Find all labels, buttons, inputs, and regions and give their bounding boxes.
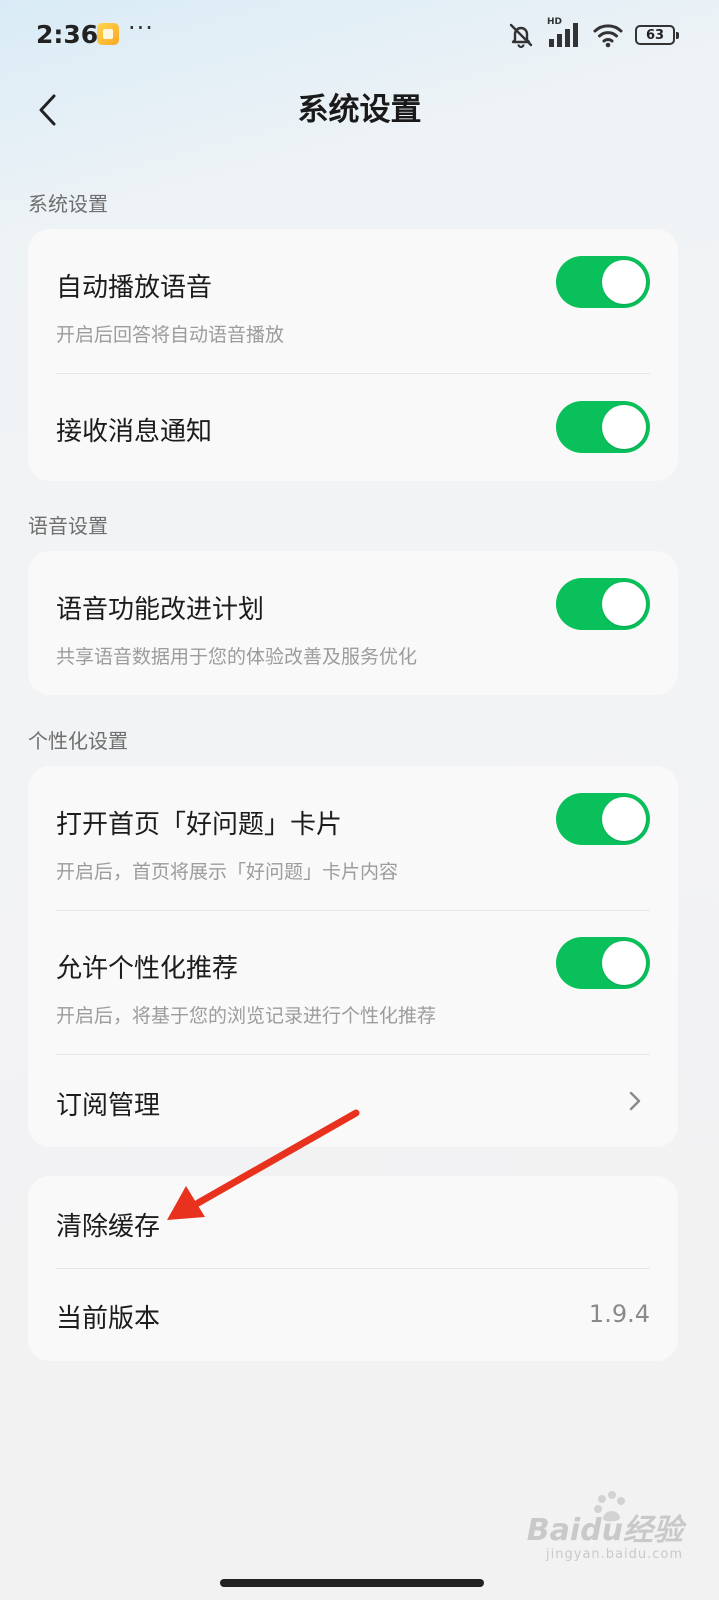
toggle-knob: [602, 582, 646, 626]
wifi-icon: [593, 24, 623, 48]
toggle-knob: [602, 941, 646, 985]
setting-title: 打开首页「好问题」卡片: [56, 810, 343, 840]
voice-settings-card: 语音功能改进计划 共享语音数据用于您的体验改善及服务优化: [28, 551, 678, 695]
status-bar: 2:36 ··· HD 63: [0, 0, 719, 70]
watermark-url: jingyan.baidu.com: [546, 1547, 683, 1562]
misc-settings-card: 清除缓存 当前版本 1.9.4: [28, 1176, 678, 1361]
setting-title: 订阅管理: [56, 1091, 161, 1121]
setting-receive-notifications[interactable]: 接收消息通知: [28, 374, 678, 481]
watermark-logo-text: Baidu经验: [526, 1513, 683, 1548]
setting-title: 清除缓存: [56, 1212, 161, 1242]
version-value: 1.9.4: [588, 1300, 650, 1328]
setting-title: 接收消息通知: [56, 417, 213, 447]
auto-play-voice-toggle[interactable]: [556, 256, 650, 308]
setting-title: 当前版本: [56, 1304, 161, 1334]
setting-description: 开启后，将基于您的浏览记录进行个性化推荐: [56, 1005, 437, 1027]
setting-description: 开启后回答将自动语音播放: [56, 324, 285, 346]
page-title: 系统设置: [297, 92, 422, 128]
toggle-knob: [602, 797, 646, 841]
setting-good-questions-card[interactable]: 打开首页「好问题」卡片 开启后，首页将展示「好问题」卡片内容: [28, 766, 678, 910]
clear-cache-button[interactable]: 清除缓存: [28, 1176, 678, 1268]
setting-title: 语音功能改进计划: [56, 595, 265, 625]
cellular-signal-icon: HD: [547, 17, 581, 49]
section-header-system: 系统设置: [28, 192, 108, 216]
notes-app-notification-icon: [97, 23, 119, 45]
section-header-personalization: 个性化设置: [28, 729, 128, 753]
home-indicator[interactable]: [220, 1579, 484, 1587]
setting-title: 自动播放语音: [56, 273, 213, 303]
setting-auto-play-voice[interactable]: 自动播放语音 开启后回答将自动语音播放: [28, 229, 678, 373]
toggle-knob: [602, 260, 646, 304]
section-header-voice: 语音设置: [28, 514, 108, 538]
setting-title: 允许个性化推荐: [56, 954, 239, 984]
chevron-right-icon: [629, 1091, 641, 1111]
current-version-row: 当前版本 1.9.4: [28, 1269, 678, 1361]
system-settings-card: 自动播放语音 开启后回答将自动语音播放 接收消息通知: [28, 229, 678, 481]
more-notifications-icon: ···: [128, 14, 154, 42]
baidu-jingyan-watermark: Baidu经验 jingyan.baidu.com: [527, 1505, 683, 1562]
setting-description: 开启后，首页将展示「好问题」卡片内容: [56, 861, 399, 883]
receive-notifications-toggle[interactable]: [556, 401, 650, 453]
setting-personalized-recommendation[interactable]: 允许个性化推荐 开启后，将基于您的浏览记录进行个性化推荐: [28, 911, 678, 1054]
toggle-knob: [602, 405, 646, 449]
voice-improvement-toggle[interactable]: [556, 578, 650, 630]
good-questions-card-toggle[interactable]: [556, 793, 650, 845]
mute-bell-icon: [509, 23, 533, 49]
personalization-settings-card: 打开首页「好问题」卡片 开启后，首页将展示「好问题」卡片内容 允许个性化推荐 开…: [28, 766, 678, 1147]
setting-description: 共享语音数据用于您的体验改善及服务优化: [56, 646, 418, 668]
personalized-recommendation-toggle[interactable]: [556, 937, 650, 989]
setting-voice-improvement[interactable]: 语音功能改进计划 共享语音数据用于您的体验改善及服务优化: [28, 551, 678, 695]
status-time: 2:36: [36, 20, 99, 49]
setting-subscription-management[interactable]: 订阅管理: [28, 1055, 678, 1147]
battery-icon: 63: [635, 25, 679, 45]
